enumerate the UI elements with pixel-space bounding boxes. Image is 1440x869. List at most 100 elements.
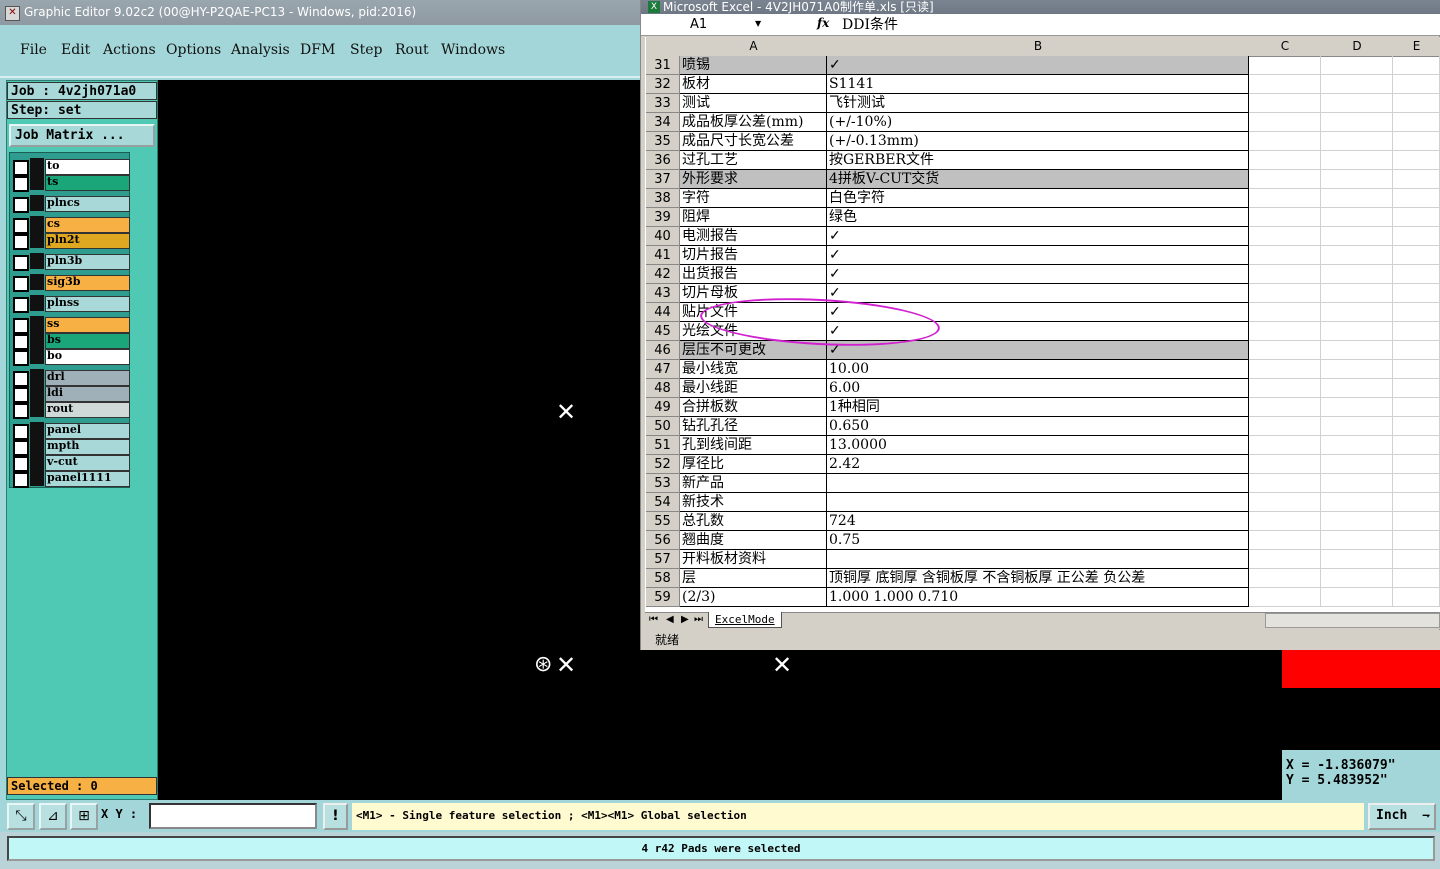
cell-c[interactable] — [1249, 246, 1321, 265]
cell-a[interactable]: 合拼板数 — [680, 398, 827, 417]
cell-b[interactable] — [827, 474, 1249, 493]
cell-a[interactable]: 过孔工艺 — [680, 151, 827, 170]
cell-b[interactable]: 0.650 — [827, 417, 1249, 436]
cell-c[interactable] — [1249, 227, 1321, 246]
cell-b[interactable]: ✓ — [827, 246, 1249, 265]
cell-c[interactable] — [1249, 151, 1321, 170]
cell-b[interactable]: 4拼板V-CUT交货 — [827, 170, 1249, 189]
row-header[interactable]: 36 — [646, 151, 680, 170]
cell-c[interactable] — [1249, 303, 1321, 322]
layer-checkbox[interactable] — [13, 255, 29, 271]
cell-b[interactable]: 1.000 1.000 0.710 — [827, 588, 1249, 607]
cell-e[interactable] — [1393, 512, 1440, 531]
cell-d[interactable] — [1321, 341, 1393, 360]
menu-options[interactable]: Options — [166, 42, 221, 58]
cell-a[interactable]: 翘曲度 — [680, 531, 827, 550]
row-header[interactable]: 43 — [646, 284, 680, 303]
cell-d[interactable] — [1321, 436, 1393, 455]
cell-e[interactable] — [1393, 151, 1440, 170]
cell-c[interactable] — [1249, 322, 1321, 341]
cell-e[interactable] — [1393, 246, 1440, 265]
cell-b[interactable] — [827, 493, 1249, 512]
row-header[interactable]: 38 — [646, 189, 680, 208]
menu-rout[interactable]: Rout — [395, 42, 429, 58]
menu-dfm[interactable]: DFM — [300, 42, 335, 58]
cell-a[interactable]: 最小线宽 — [680, 360, 827, 379]
layer-checkbox[interactable] — [13, 350, 29, 366]
cell-d[interactable] — [1321, 132, 1393, 151]
cell-d[interactable] — [1321, 512, 1393, 531]
cell-d[interactable] — [1321, 493, 1393, 512]
cell-d[interactable] — [1321, 284, 1393, 303]
row-header[interactable]: 57 — [646, 550, 680, 569]
cell-a[interactable]: 字符 — [680, 189, 827, 208]
cell-d[interactable] — [1321, 303, 1393, 322]
row-header[interactable]: 53 — [646, 474, 680, 493]
layer-checkbox[interactable] — [13, 197, 29, 213]
cell-a[interactable]: (2/3) — [680, 588, 827, 607]
menu-windows[interactable]: Windows — [441, 42, 505, 58]
layer-checkbox[interactable] — [13, 456, 29, 472]
cell-e[interactable] — [1393, 303, 1440, 322]
cell-d[interactable] — [1321, 569, 1393, 588]
row-header[interactable]: 37 — [646, 170, 680, 189]
layer-6[interactable]: pln3b — [45, 254, 130, 270]
row-header[interactable]: 54 — [646, 493, 680, 512]
layer-checkbox[interactable] — [13, 318, 29, 334]
name-box[interactable]: A1 — [645, 16, 768, 34]
overview-thumbnail[interactable] — [1282, 650, 1440, 750]
cell-a[interactable]: 外形要求 — [680, 170, 827, 189]
cell-c[interactable] — [1249, 132, 1321, 151]
layer-11[interactable]: bo — [45, 349, 130, 365]
layer-10[interactable]: bs — [45, 333, 130, 349]
cell-d[interactable] — [1321, 227, 1393, 246]
cell-e[interactable] — [1393, 132, 1440, 151]
cell-a[interactable]: 总孔数 — [680, 512, 827, 531]
layer-checkbox[interactable] — [13, 297, 29, 313]
cell-c[interactable] — [1249, 113, 1321, 132]
fx-icon[interactable]: fx — [817, 16, 829, 30]
cell-b[interactable]: (+/-0.13mm) — [827, 132, 1249, 151]
cell-d[interactable] — [1321, 113, 1393, 132]
cell-b[interactable]: 绿色 — [827, 208, 1249, 227]
cell-a[interactable]: 电测报告 — [680, 227, 827, 246]
cell-e[interactable] — [1393, 417, 1440, 436]
layer-checkbox[interactable] — [13, 276, 29, 292]
cell-b[interactable]: 1种相同 — [827, 398, 1249, 417]
layer-9[interactable]: ss — [45, 317, 130, 333]
cell-c[interactable] — [1249, 493, 1321, 512]
layer-1[interactable]: to — [45, 159, 130, 175]
cell-c[interactable] — [1249, 341, 1321, 360]
row-header[interactable]: 34 — [646, 113, 680, 132]
cell-b[interactable]: S1141 — [827, 75, 1249, 94]
cell-e[interactable] — [1393, 436, 1440, 455]
row-header[interactable]: 32 — [646, 75, 680, 94]
cell-d[interactable] — [1321, 550, 1393, 569]
row-header[interactable]: 42 — [646, 265, 680, 284]
cell-e[interactable] — [1393, 113, 1440, 132]
row-header[interactable]: 33 — [646, 94, 680, 113]
cell-b[interactable]: ✓ — [827, 227, 1249, 246]
cell-b[interactable]: 724 — [827, 512, 1249, 531]
layer-checkbox[interactable] — [13, 334, 29, 350]
cell-e[interactable] — [1393, 75, 1440, 94]
row-header[interactable]: 58 — [646, 569, 680, 588]
cell-e[interactable] — [1393, 170, 1440, 189]
layer-12[interactable]: drl — [45, 370, 130, 386]
cell-d[interactable] — [1321, 246, 1393, 265]
layer-checkbox[interactable] — [13, 387, 29, 403]
job-matrix-button[interactable]: Job Matrix ... — [9, 124, 155, 147]
cell-a[interactable]: 成品板厚公差(mm) — [680, 113, 827, 132]
row-header[interactable]: 51 — [646, 436, 680, 455]
cell-e[interactable] — [1393, 322, 1440, 341]
row-header[interactable]: 46 — [646, 341, 680, 360]
cell-e[interactable] — [1393, 341, 1440, 360]
grid-icon[interactable]: ⊞ — [70, 803, 98, 830]
cell-d[interactable] — [1321, 151, 1393, 170]
layer-5[interactable]: pln2t — [45, 233, 130, 249]
cell-c[interactable] — [1249, 75, 1321, 94]
layer-checkbox[interactable] — [13, 403, 29, 419]
layer-18[interactable]: panel1111 — [45, 471, 130, 487]
layer-17[interactable]: v-cut — [45, 455, 130, 471]
cell-a[interactable]: 新技术 — [680, 493, 827, 512]
